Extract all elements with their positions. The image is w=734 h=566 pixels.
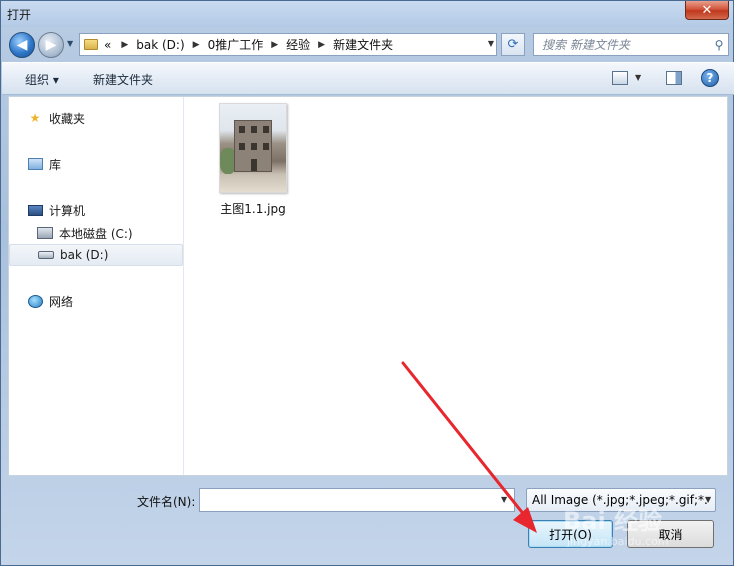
browser-area: ★ 收藏夹 库 计算机 本地磁盘 (C:) bak (D:) 网络 主图1.1.…: [8, 96, 728, 476]
system-drive-icon: [37, 227, 53, 239]
address-dropdown-icon[interactable]: ▼: [488, 39, 494, 48]
sidebar-item-label: 库: [49, 157, 62, 172]
sidebar-item-libraries[interactable]: 库: [9, 153, 183, 175]
back-button[interactable]: ◀: [9, 32, 35, 58]
window-title: 打开: [7, 8, 32, 22]
search-input[interactable]: 搜索 新建文件夹: [534, 36, 710, 53]
sidebar-item-label: 计算机: [49, 203, 86, 218]
file-type-dropdown-icon[interactable]: ▼: [705, 495, 711, 504]
new-folder-button[interactable]: 新建文件夹: [93, 71, 153, 88]
forward-button[interactable]: ▶: [38, 32, 64, 58]
breadcrumb-drive[interactable]: bak (D:): [136, 38, 184, 52]
breadcrumb-overflow[interactable]: «: [104, 38, 111, 52]
change-view-icon[interactable]: [612, 71, 628, 85]
file-item[interactable]: 主图1.1.jpg: [213, 103, 293, 217]
back-arrow-icon: ◀: [16, 37, 28, 53]
breadcrumb-current[interactable]: 新建文件夹: [333, 36, 393, 53]
navigation-pane[interactable]: ★ 收藏夹 库 计算机 本地磁盘 (C:) bak (D:) 网络: [9, 97, 184, 475]
star-icon: ★: [29, 111, 41, 125]
library-icon: [27, 158, 43, 170]
chevron-right-icon[interactable]: ▶: [193, 40, 200, 50]
filename-label: 文件名(N):: [137, 495, 196, 509]
hard-drive-icon: [38, 251, 54, 259]
close-button[interactable]: ✕: [685, 1, 729, 20]
sidebar-item-drive-d[interactable]: bak (D:): [9, 244, 183, 266]
watermark-logo: Bai 经验: [563, 507, 663, 535]
address-row: ◀ ▶ ▼ « ▶ bak (D:) ▶ 0推广工作 ▶ 经验 ▶ 新建文件夹 …: [7, 30, 729, 60]
search-field[interactable]: 搜索 新建文件夹 ⚲: [533, 33, 729, 56]
forward-arrow-icon: ▶: [45, 37, 57, 53]
chevron-right-icon[interactable]: ▶: [271, 40, 278, 50]
close-icon: ✕: [701, 2, 713, 18]
preview-pane-icon[interactable]: [666, 71, 682, 85]
breadcrumb-folder-1[interactable]: 0推广工作: [208, 36, 264, 53]
computer-icon: [27, 204, 43, 216]
image-thumbnail: [219, 103, 287, 193]
file-list[interactable]: 主图1.1.jpg: [185, 97, 727, 475]
watermark-url: jingyan.baidu.com: [567, 535, 669, 548]
sidebar-item-computer[interactable]: 计算机: [9, 199, 183, 221]
filename-input[interactable]: [199, 488, 515, 512]
sidebar-item-drive-c[interactable]: 本地磁盘 (C:): [9, 222, 183, 244]
search-icon[interactable]: ⚲: [710, 38, 728, 52]
sidebar-item-label: 本地磁盘 (C:): [59, 226, 133, 241]
help-icon[interactable]: ?: [701, 69, 719, 87]
chevron-right-icon[interactable]: ▶: [121, 40, 128, 50]
recent-locations-dropdown[interactable]: ▼: [67, 39, 77, 51]
sidebar-item-favorites[interactable]: ★ 收藏夹: [9, 107, 183, 129]
command-bar: 组织 ▾ 新建文件夹 ▼ ?: [2, 62, 734, 95]
filename-history-dropdown-icon[interactable]: ▼: [501, 495, 507, 504]
sidebar-item-network[interactable]: 网络: [9, 290, 183, 312]
file-name: 主图1.1.jpg: [220, 202, 286, 216]
refresh-button[interactable]: ⟳: [501, 33, 525, 56]
address-bar[interactable]: « ▶ bak (D:) ▶ 0推广工作 ▶ 经验 ▶ 新建文件夹 ▼: [79, 33, 497, 56]
view-options-dropdown-icon[interactable]: ▼: [635, 73, 641, 82]
folder-icon: [84, 39, 98, 50]
chevron-right-icon[interactable]: ▶: [318, 40, 325, 50]
sidebar-item-label: 收藏夹: [49, 111, 86, 126]
open-file-dialog: 打开 ✕ ◀ ▶ ▼ « ▶ bak (D:) ▶ 0推广工作 ▶ 经验 ▶ 新…: [0, 0, 734, 566]
sidebar-item-label: bak (D:): [60, 248, 109, 262]
title-bar: 打开 ✕: [1, 1, 733, 27]
breadcrumb-folder-2[interactable]: 经验: [286, 36, 310, 53]
sidebar-item-label: 网络: [49, 294, 74, 309]
network-icon: [27, 294, 43, 308]
refresh-icon: ⟳: [507, 37, 519, 52]
organize-button[interactable]: 组织 ▾: [25, 71, 59, 88]
